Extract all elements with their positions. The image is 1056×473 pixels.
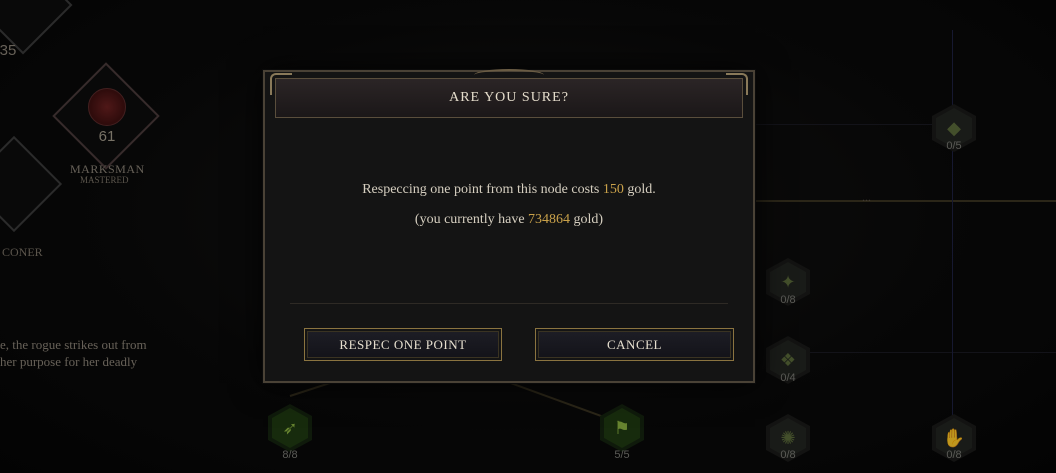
cost-message-prefix: Respeccing one point from this node cost… [362, 182, 603, 197]
corner-ornament-icon [726, 73, 748, 95]
dialog-header: ARE YOU SURE? [270, 69, 748, 118]
respec-one-point-button[interactable]: RESPEC ONE POINT [304, 328, 502, 361]
corner-ornament-icon [270, 73, 292, 95]
balance-message: (you currently have 734864 gold) [265, 212, 753, 228]
balance-message-suffix: gold) [570, 212, 604, 227]
confirm-dialog: ARE YOU SURE? Respeccing one point from … [263, 69, 755, 383]
dialog-title: ARE YOU SURE? [449, 90, 569, 105]
cost-message-suffix: gold. [623, 182, 656, 197]
header-ornament-icon [474, 69, 544, 81]
cancel-button[interactable]: CANCEL [535, 328, 734, 361]
respec-cost: 150 [602, 182, 624, 197]
balance-message-prefix: (you currently have [414, 212, 529, 227]
dialog-message: Respeccing one point from this node cost… [265, 182, 753, 242]
dialog-divider [290, 303, 728, 304]
current-gold: 734864 [528, 212, 571, 227]
cost-message: Respeccing one point from this node cost… [265, 182, 753, 198]
